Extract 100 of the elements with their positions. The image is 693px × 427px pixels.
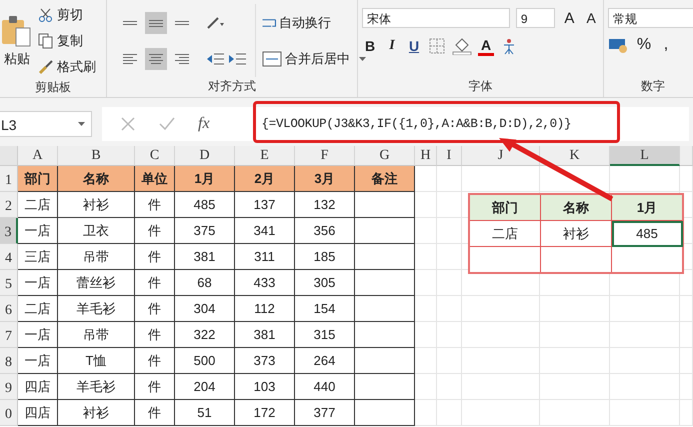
table-cell: 件 xyxy=(135,192,175,218)
column-header[interactable]: L xyxy=(610,146,680,166)
align-button[interactable] xyxy=(145,48,167,70)
number-format-dropdown[interactable]: 常规 xyxy=(608,8,693,28)
font-size-dropdown[interactable]: 9 xyxy=(516,8,556,28)
font-name-dropdown[interactable]: 宋体 xyxy=(362,8,510,28)
table-cell: 185 xyxy=(295,244,355,270)
group-label: 对齐方式 xyxy=(207,78,257,95)
column-header[interactable]: F xyxy=(295,146,355,166)
empty-cell xyxy=(610,296,680,322)
group-label: 数字 xyxy=(640,78,666,95)
column-header[interactable]: E xyxy=(235,146,295,166)
row-header[interactable]: 0 xyxy=(0,400,18,426)
row-header[interactable]: 6 xyxy=(0,296,18,322)
empty-cell xyxy=(355,322,415,348)
column-header[interactable]: C xyxy=(135,146,175,166)
column-header[interactable]: B xyxy=(58,146,135,166)
paste-button[interactable]: 粘贴 xyxy=(2,4,32,78)
header-cell: 1月 xyxy=(612,194,683,220)
row-header[interactable]: 3 xyxy=(0,218,18,244)
empty-cell xyxy=(355,218,415,244)
column-header[interactable]: A xyxy=(18,146,58,166)
table-cell: 二店 xyxy=(469,220,540,246)
table-cell: 蕾丝衫 xyxy=(58,270,135,296)
table-cell: 二店 xyxy=(18,296,58,322)
currency-icon xyxy=(608,36,630,54)
empty-cell xyxy=(355,400,415,426)
align-icon xyxy=(123,21,137,25)
font-color-button[interactable]: A xyxy=(478,36,494,56)
align-icon xyxy=(149,20,163,26)
row-header[interactable]: 9 xyxy=(0,374,18,400)
table-cell: 381 xyxy=(175,244,235,270)
empty-cell xyxy=(355,270,415,296)
function-label[interactable]: fx xyxy=(198,115,210,133)
table-cell: 四店 xyxy=(18,374,58,400)
table-cell: 356 xyxy=(295,218,355,244)
row-header[interactable]: 8 xyxy=(0,348,18,374)
header-cell: 1月 xyxy=(175,166,235,192)
cut-button[interactable]: 剪切 xyxy=(38,4,96,26)
align-button[interactable] xyxy=(145,12,167,34)
column-header[interactable]: G xyxy=(355,146,415,166)
empty-cell xyxy=(355,348,415,374)
grow-font-button[interactable]: A xyxy=(561,10,578,26)
empty-cell xyxy=(415,296,437,322)
empty-cell xyxy=(355,244,415,270)
header-cell: 2月 xyxy=(235,166,295,192)
table-cell: 132 xyxy=(295,192,355,218)
caret-icon xyxy=(359,57,366,61)
table-cell: 51 xyxy=(175,400,235,426)
empty-cell xyxy=(680,374,693,400)
table-cell: 322 xyxy=(175,322,235,348)
shrink-font-button[interactable]: A xyxy=(583,10,599,26)
empty-cell xyxy=(540,374,610,400)
table-cell: 一店 xyxy=(18,322,58,348)
wrap-text-icon xyxy=(262,19,276,27)
table-cell: 204 xyxy=(175,374,235,400)
table-cell: T恤 xyxy=(58,348,135,374)
table-cell: 381 xyxy=(235,322,295,348)
table-cell: 373 xyxy=(235,348,295,374)
column-header[interactable]: H xyxy=(415,146,437,166)
table-cell: 154 xyxy=(295,296,355,322)
empty-cell xyxy=(610,348,680,374)
table-cell: 卫衣 xyxy=(58,218,135,244)
empty-cell xyxy=(610,166,680,192)
formula-field[interactable]: {=VLOOKUP(J3&K3,IF({1,0},A:A&B:B,D:D),2,0)} xyxy=(232,117,572,131)
table-cell: 件 xyxy=(135,348,175,374)
header-cell: 3月 xyxy=(295,166,355,192)
format-painter-button[interactable]: 格式刷 xyxy=(38,56,96,78)
row-header[interactable]: 1 xyxy=(0,166,18,192)
header-cell: 部门 xyxy=(469,194,540,220)
table-cell: 304 xyxy=(175,296,235,322)
row-header[interactable]: 7 xyxy=(0,322,18,348)
empty-cell xyxy=(437,374,462,400)
row-header[interactable]: 2 xyxy=(0,192,18,218)
table-cell: 二店 xyxy=(18,192,58,218)
table-cell: 件 xyxy=(135,218,175,244)
empty-cell xyxy=(610,322,680,348)
column-header[interactable]: J xyxy=(462,146,540,166)
row-header[interactable]: 5 xyxy=(0,270,18,296)
empty-cell xyxy=(355,296,415,322)
empty-cell xyxy=(415,244,437,270)
copy-button[interactable]: 复制 xyxy=(38,30,96,52)
column-header[interactable]: I xyxy=(437,146,462,166)
empty-cell xyxy=(437,296,462,322)
percent-button[interactable]: % xyxy=(636,36,652,54)
check-icon xyxy=(158,116,176,132)
empty-cell xyxy=(415,400,437,426)
empty-cell xyxy=(415,322,437,348)
table-cell: 四店 xyxy=(18,400,58,426)
underline-button[interactable]: U xyxy=(406,38,422,54)
column-header[interactable]: D xyxy=(175,146,235,166)
comma-button[interactable]: , xyxy=(658,36,674,54)
name-box[interactable]: L3 xyxy=(0,111,92,137)
empty-cell xyxy=(540,322,610,348)
row-header[interactable]: 4 xyxy=(0,244,18,270)
table-cell: 137 xyxy=(235,192,295,218)
empty-cell xyxy=(540,348,610,374)
brush-icon xyxy=(38,59,54,75)
column-header[interactable]: K xyxy=(540,146,610,166)
italic-button[interactable]: I xyxy=(384,38,400,54)
